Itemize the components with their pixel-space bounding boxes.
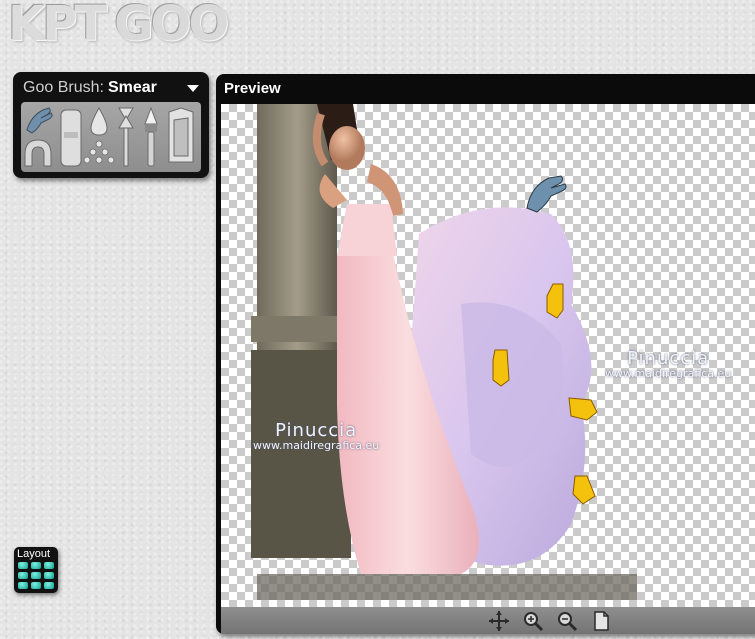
move-icon[interactable]: [488, 610, 510, 632]
brush-tool-tray: [21, 102, 201, 172]
brush-label: Goo Brush:: [23, 79, 104, 96]
hand-smear-icon[interactable]: [26, 107, 53, 134]
layout-label: Layout: [17, 548, 51, 560]
drops-icon[interactable]: [83, 140, 115, 164]
preview-window: Preview Pinuccia www.maidiregrafica.eu P…: [216, 74, 755, 634]
preview-canvas[interactable]: Pinuccia www.maidiregrafica.eu Pinuccia …: [221, 104, 755, 607]
watermark-left-url: www.maidiregrafica.eu: [253, 439, 380, 452]
pinch-icon[interactable]: [118, 107, 134, 167]
pointer-icon: [568, 397, 598, 421]
watermark-right-name: Pinuccia: [627, 348, 710, 369]
logo-secondary: GOO: [114, 0, 229, 52]
brush-selector[interactable]: Goo Brush: Smear: [23, 77, 199, 99]
watermark-right-url: www.maidiregrafica.eu: [605, 367, 732, 380]
goo-brush-panel: Goo Brush: Smear: [13, 72, 209, 178]
brush-icon[interactable]: [144, 106, 158, 167]
kpt-goo-logo: KPT GOO: [8, 0, 229, 52]
preview-toolbar: [221, 607, 755, 634]
page-icon[interactable]: [590, 610, 612, 632]
brush-value: Smear: [107, 79, 157, 96]
logo-primary: KPT: [8, 0, 107, 52]
frame-icon[interactable]: [168, 107, 194, 163]
zoom-in-icon[interactable]: [522, 610, 544, 632]
preview-title: Preview: [224, 80, 281, 97]
layout-grid-icon: [18, 562, 54, 589]
magnet-icon[interactable]: [24, 139, 52, 167]
watermark-right: Pinuccia www.maidiregrafica.eu: [605, 348, 732, 380]
watermark-left: Pinuccia www.maidiregrafica.eu: [253, 420, 380, 452]
layout-button[interactable]: Layout: [14, 547, 58, 593]
zoom-out-icon[interactable]: [556, 610, 578, 632]
hand-smear-cursor-icon: [526, 175, 567, 213]
eraser-icon[interactable]: [60, 109, 82, 167]
chevron-down-icon[interactable]: [187, 85, 199, 92]
drop-icon[interactable]: [90, 106, 108, 136]
watermark-left-name: Pinuccia: [275, 420, 358, 441]
pointer-icon: [492, 349, 510, 387]
